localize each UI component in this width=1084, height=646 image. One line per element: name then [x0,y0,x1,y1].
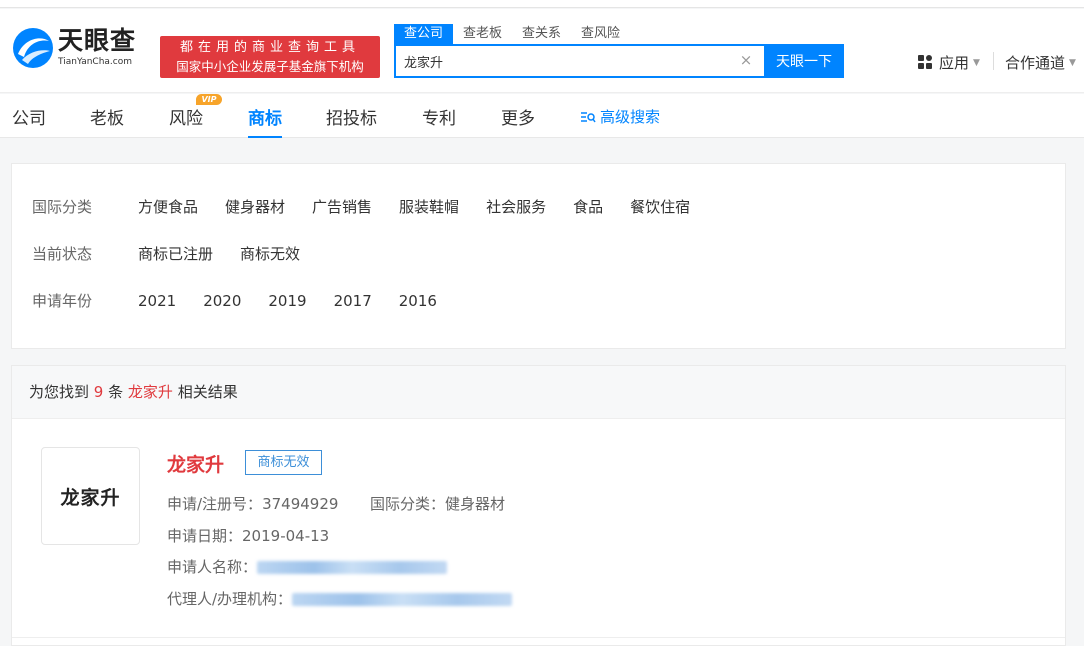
filter-label: 国际分类 [32,198,93,216]
info-row-applicant: 申请人名称： [167,556,448,577]
apps-menu[interactable]: 应用 ▼ [918,52,980,73]
main-nav: 公司 老板 风险 VIP 商标 招投标 专利 更多 高级搜索 [0,94,1084,138]
filter-option[interactable]: 2016 [399,292,437,310]
promo-banner[interactable]: 都在用的商业查询工具 国家中小企业发展子基金旗下机构 [160,36,380,78]
filter-option[interactable]: 服装鞋帽 [399,196,459,217]
site-logo[interactable]: 天眼查 TianYanCha.com [12,27,136,69]
filter-row-year: 申请年份 2021 2020 2019 2017 2016 [32,290,464,311]
filter-option[interactable]: 餐饮住宿 [630,196,690,217]
nav-company[interactable]: 公司 [12,104,46,138]
results-panel: 为您找到 9 条 龙家升 相关结果 龙家升 龙家升 商标无效 申请/注册号：37… [11,365,1066,646]
nav-risk[interactable]: 风险 [169,104,203,138]
filter-option[interactable]: 健身器材 [225,196,285,217]
header-divider [993,52,994,70]
results-summary: 为您找到 9 条 龙家升 相关结果 [12,366,1065,419]
promo-line-1: 都在用的商业查询工具 [179,40,360,55]
search-tab-boss[interactable]: 查老板 [453,24,512,44]
filter-option[interactable]: 社会服务 [486,196,546,217]
search-tab-risk[interactable]: 查风险 [571,24,630,44]
search-tab-company[interactable]: 查公司 [394,24,454,44]
info-row-regno: 申请/注册号：37494929 国际分类：健身器材 [167,493,505,514]
agent-value-blurred[interactable] [292,593,513,606]
advanced-search-icon [581,111,596,122]
search-type-tabs: 查公司 查老板 查关系 查风险 [394,24,630,44]
class-label: 国际分类： [369,495,445,513]
tianyancha-logo-icon [12,27,54,69]
applicant-label: 申请人名称： [167,558,258,576]
search-input[interactable] [394,44,764,78]
info-row-agent: 代理人/办理机构： [167,588,513,609]
result-count: 9 [93,383,104,401]
filter-option[interactable]: 食品 [573,196,603,217]
vip-badge: VIP [196,94,222,105]
search-box: × 天眼一下 [394,44,844,78]
filter-option[interactable]: 2021 [138,292,176,310]
trademark-title[interactable]: 龙家升 [167,450,224,477]
info-row-date: 申请日期：2019-04-13 [167,525,329,546]
coop-label: 合作通道 [1005,54,1066,72]
filter-panel: 国际分类 方便食品 健身器材 广告销售 服装鞋帽 社会服务 食品 餐饮住宿 当前… [11,163,1066,349]
summary-suffix: 相关结果 [177,383,238,401]
filter-row-status: 当前状态 商标已注册 商标无效 [32,243,327,264]
nav-more[interactable]: 更多 [501,104,535,138]
filter-option[interactable]: 方便食品 [138,196,198,217]
date-label: 申请日期： [167,527,243,545]
top-border [0,0,1084,8]
advanced-search-link[interactable]: 高级搜索 [580,106,660,127]
filter-option[interactable]: 广告销售 [312,196,372,217]
date-value: 2019-04-13 [242,527,330,545]
nav-bidding[interactable]: 招投标 [326,104,377,138]
filter-label: 当前状态 [32,245,93,263]
filter-label: 申请年份 [32,292,93,310]
class-value: 健身器材 [445,495,506,513]
filter-option[interactable]: 2020 [203,292,241,310]
filter-option[interactable]: 2017 [334,292,372,310]
summary-unit: 条 [108,383,124,401]
filter-option[interactable]: 商标无效 [240,243,300,264]
nav-trademark[interactable]: 商标 [248,104,282,138]
search-tab-relation[interactable]: 查关系 [512,24,571,44]
agent-label: 代理人/办理机构： [167,590,293,608]
cooperation-menu[interactable]: 合作通道 ▼ [1005,52,1076,73]
result-divider [12,637,1065,638]
regno-value: 37494929 [262,495,339,513]
summary-prefix: 为您找到 [29,383,90,401]
caret-down-icon: ▼ [973,57,980,68]
filter-row-class: 国际分类 方便食品 健身器材 广告销售 服装鞋帽 社会服务 食品 餐饮住宿 [32,196,717,217]
logo-text-cn: 天眼查 [58,26,137,55]
filter-option[interactable]: 商标已注册 [138,243,213,264]
trademark-image[interactable]: 龙家升 [41,447,140,545]
advanced-search-label: 高级搜索 [600,108,661,126]
logo-text-en: TianYanCha.com [58,57,133,67]
summary-keyword: 龙家升 [127,383,173,401]
filter-option[interactable]: 2019 [268,292,306,310]
search-button[interactable]: 天眼一下 [764,44,844,78]
applicant-value-blurred[interactable] [257,561,448,574]
nav-patent[interactable]: 专利 [422,104,456,138]
apps-label: 应用 [939,54,970,72]
regno-label: 申请/注册号： [167,495,263,513]
caret-down-icon: ▼ [1069,57,1076,68]
status-badge: 商标无效 [245,450,322,475]
nav-trademark-label: 商标 [248,109,282,129]
promo-line-2: 国家中小企业发展子基金旗下机构 [176,59,364,74]
clear-icon[interactable]: × [739,53,753,68]
active-tab-underline [248,136,282,138]
nav-boss[interactable]: 老板 [90,104,124,138]
apps-grid-icon [918,55,933,70]
